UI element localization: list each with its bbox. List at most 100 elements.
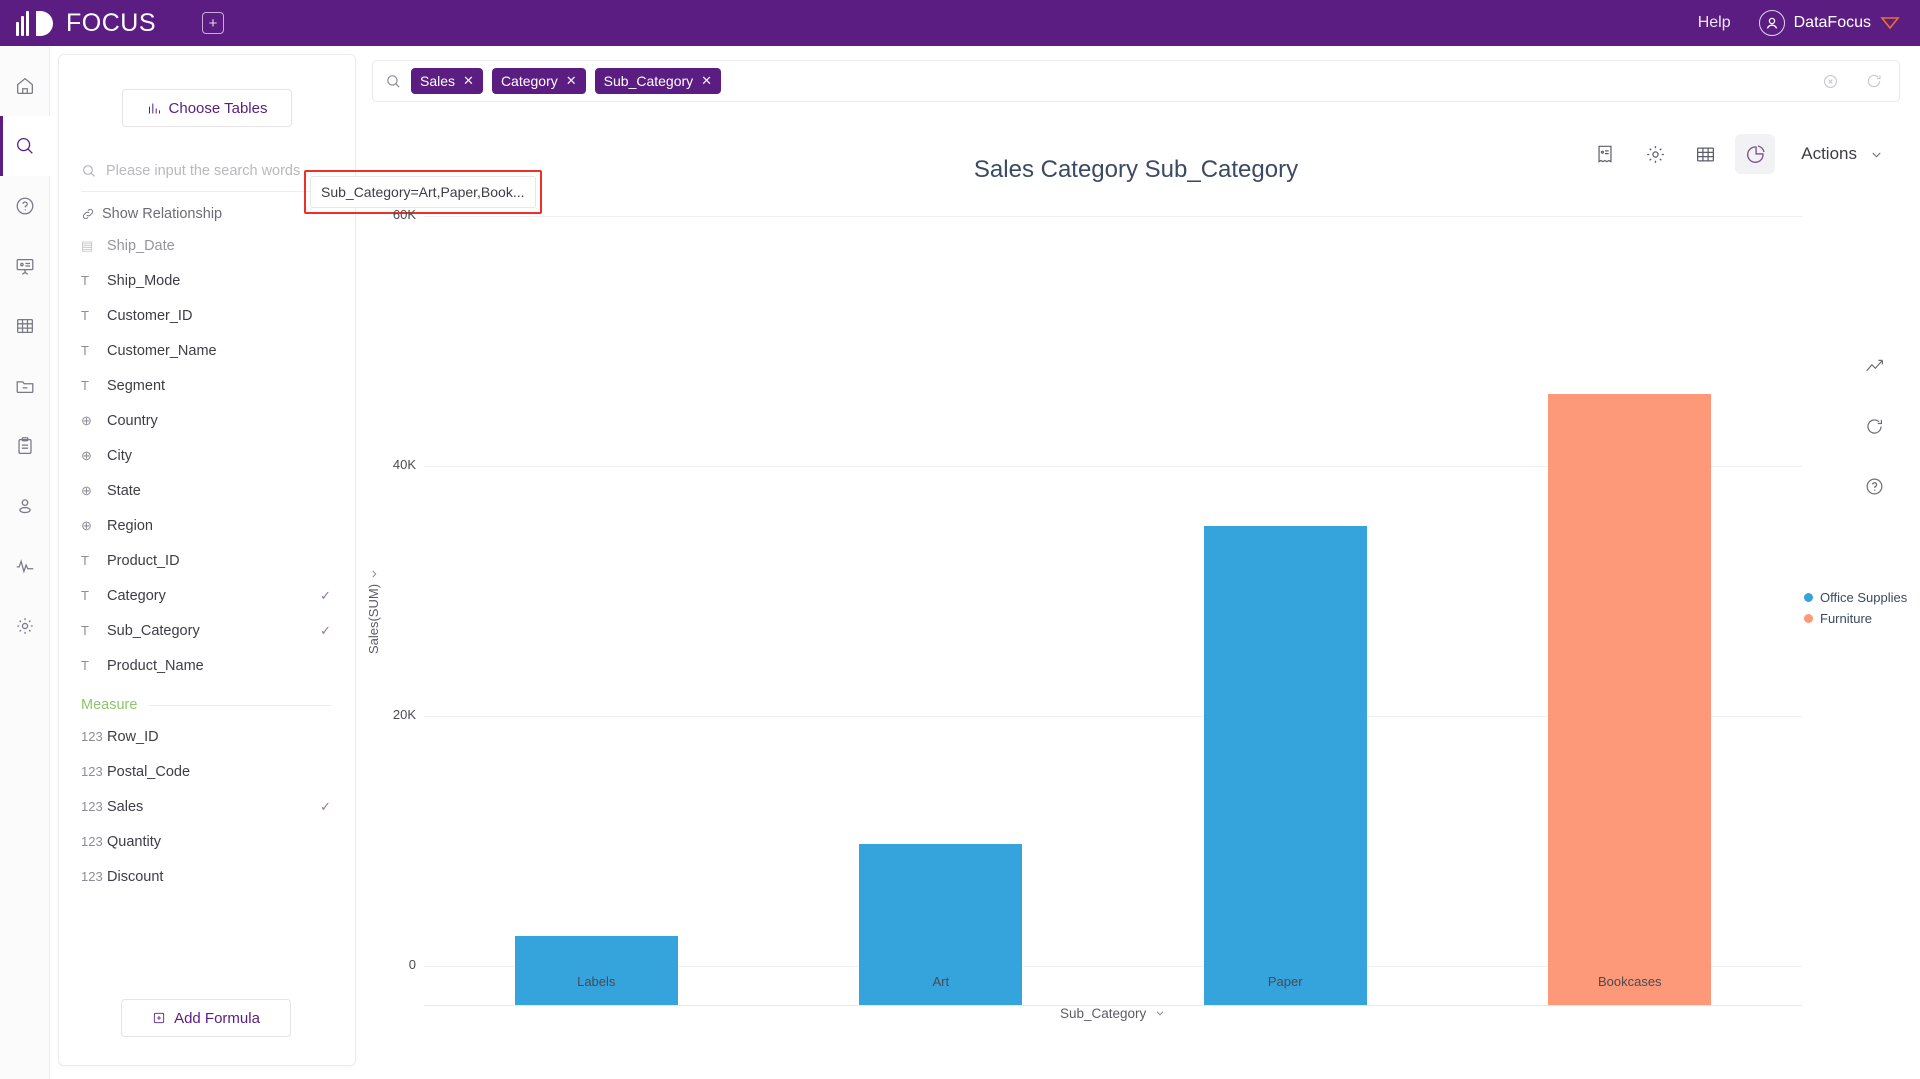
rail-item-clipboard[interactable] — [0, 416, 50, 476]
sidebar-search[interactable]: Please input the search words — [81, 163, 333, 192]
rail-item-folder[interactable] — [0, 356, 50, 416]
field-type-icon: 123 — [81, 799, 103, 814]
y-axis-title-wrap: Sales(SUM) — [366, 568, 381, 654]
brand-logo[interactable]: FOCUS — [16, 9, 156, 38]
field-row[interactable]: T Customer_ID — [59, 298, 355, 333]
field-row[interactable]: ⊕ City — [59, 438, 355, 473]
rail-item-monitor[interactable] — [0, 536, 50, 596]
focus-logo-d-icon — [36, 10, 53, 36]
field-name: Row_ID — [107, 728, 159, 745]
field-row[interactable]: ⊕ Country — [59, 403, 355, 438]
field-type-icon: 123 — [81, 764, 103, 779]
field-type-icon: ⊕ — [81, 412, 92, 428]
legend-color-swatch — [1804, 593, 1813, 602]
field-row[interactable]: T Customer_Name — [59, 333, 355, 368]
field-row[interactable]: ⊕ State — [59, 473, 355, 508]
field-list[interactable]: ▤ Ship_Date T Ship_Mode T Customer_ID T Custome… — [59, 228, 355, 898]
chevron-down-icon — [371, 570, 376, 578]
search-token[interactable]: Sub_Category ✕ — [594, 68, 722, 94]
field-row[interactable]: 123 Sales ✓ — [59, 789, 355, 824]
field-type-icon: ⊕ — [81, 447, 92, 463]
chart-side-tools — [1848, 356, 1900, 502]
choose-tables-button[interactable]: Choose Tables — [122, 89, 292, 127]
refresh-chart-button[interactable] — [1864, 416, 1885, 442]
search-token-label: Sub_Category — [603, 73, 694, 89]
field-type-icon: ⊕ — [81, 517, 92, 533]
gridline — [424, 216, 1802, 217]
bar[interactable] — [1203, 526, 1367, 1006]
presentation-icon — [16, 258, 33, 275]
visualization-panel: Actions Sales Category Sub_Category Sub_… — [304, 116, 1907, 1066]
close-icon[interactable]: ✕ — [566, 73, 577, 89]
field-type-icon: T — [81, 588, 89, 603]
x-axis-tick-label: Paper — [1267, 974, 1303, 989]
field-name: Customer_ID — [107, 307, 193, 324]
field-row[interactable]: T Product_ID — [59, 543, 355, 578]
field-row[interactable]: ⊕ Region — [59, 508, 355, 543]
field-row[interactable]: ▤ Ship_Date — [59, 228, 355, 263]
search-icon[interactable] — [385, 73, 402, 90]
rail-item-settings[interactable] — [0, 596, 50, 656]
field-row[interactable]: T Category ✓ — [59, 578, 355, 613]
field-name: Sub_Category — [107, 622, 200, 639]
rail-item-help[interactable] — [0, 176, 50, 236]
field-type-icon: T — [81, 308, 89, 323]
field-type-icon: ▤ — [81, 237, 94, 253]
search-token-label: Category — [500, 73, 558, 89]
question-circle-icon — [1866, 478, 1882, 495]
field-row[interactable]: 123 Row_ID — [59, 719, 355, 754]
field-type-icon: 123 — [81, 869, 103, 884]
field-row[interactable]: T Ship_Mode — [59, 263, 355, 298]
x-axis-tick-labels: Labels Art Paper Bookcases — [424, 974, 1802, 989]
field-row[interactable]: 123 Discount — [59, 859, 355, 894]
help-link[interactable]: Help — [1698, 14, 1731, 32]
close-icon[interactable]: ✕ — [463, 73, 474, 89]
legend-color-swatch — [1804, 614, 1813, 623]
field-row[interactable]: T Segment — [59, 368, 355, 403]
bar-chart: 0 20K 40K 60K Sales(SUM) Labels Art Paper Book… — [366, 207, 1907, 1021]
bar[interactable] — [1548, 393, 1712, 1006]
chevron-down-icon — [1156, 1011, 1164, 1016]
search-token-area[interactable]: Sales ✕ Category ✕ Sub_Category ✕ — [411, 68, 722, 94]
clear-circle-icon[interactable] — [1822, 73, 1839, 90]
plus-square-icon[interactable]: + — [202, 12, 224, 34]
rail-item-user[interactable] — [0, 476, 50, 536]
x-axis-title[interactable]: Sub_Category — [424, 1006, 1802, 1021]
y-axis-title[interactable]: Sales(SUM) — [366, 584, 381, 654]
user-menu[interactable]: DataFocus — [1758, 10, 1900, 36]
rail-item-data-table[interactable] — [0, 296, 50, 356]
legend-item[interactable]: Furniture — [1804, 611, 1900, 626]
show-relationship-button[interactable]: Show Relationship — [81, 206, 333, 222]
avatar — [1758, 10, 1785, 36]
refresh-icon — [1866, 419, 1882, 434]
field-row[interactable]: T Sub_Category ✓ — [59, 613, 355, 648]
bar-series — [424, 256, 1802, 1006]
field-row[interactable]: 123Profit — [59, 894, 355, 898]
add-formula-button[interactable]: Add Formula — [121, 999, 291, 1037]
bar-slot — [1458, 256, 1803, 1006]
refresh-icon[interactable] — [1865, 72, 1883, 90]
field-row[interactable]: 123 Postal_Code — [59, 754, 355, 789]
legend-item[interactable]: Office Supplies — [1804, 590, 1907, 605]
chart-legend: Office Supplies Furniture — [1804, 590, 1907, 632]
filter-chip[interactable]: Sub_Category=Art,Paper,Book... — [310, 176, 536, 208]
trend-analysis-button[interactable] — [1864, 356, 1885, 382]
search-token[interactable]: Sales ✕ — [411, 68, 483, 94]
bar[interactable] — [514, 936, 678, 1006]
rail-item-search[interactable] — [0, 116, 50, 176]
search-token[interactable]: Category ✕ — [491, 68, 586, 94]
field-name: Quantity — [107, 833, 161, 850]
x-axis-tick-label: Art — [932, 974, 950, 989]
rail-item-dashboard[interactable] — [0, 236, 50, 296]
field-row[interactable]: 123 Quantity — [59, 824, 355, 859]
y-axis-tick-label: 60K — [392, 207, 416, 222]
close-icon[interactable]: ✕ — [701, 73, 712, 89]
query-search-bar[interactable]: Sales ✕ Category ✕ Sub_Category ✕ — [372, 60, 1900, 102]
chart-help-button[interactable] — [1864, 476, 1885, 502]
add-formula-label: Add Formula — [174, 1009, 260, 1027]
rail-item-home[interactable] — [0, 56, 50, 116]
field-type-icon: T — [81, 623, 89, 638]
field-row[interactable]: T Product_Name — [59, 648, 355, 683]
sidebar-search-placeholder: Please input the search words — [106, 163, 301, 179]
field-name: State — [107, 482, 141, 499]
